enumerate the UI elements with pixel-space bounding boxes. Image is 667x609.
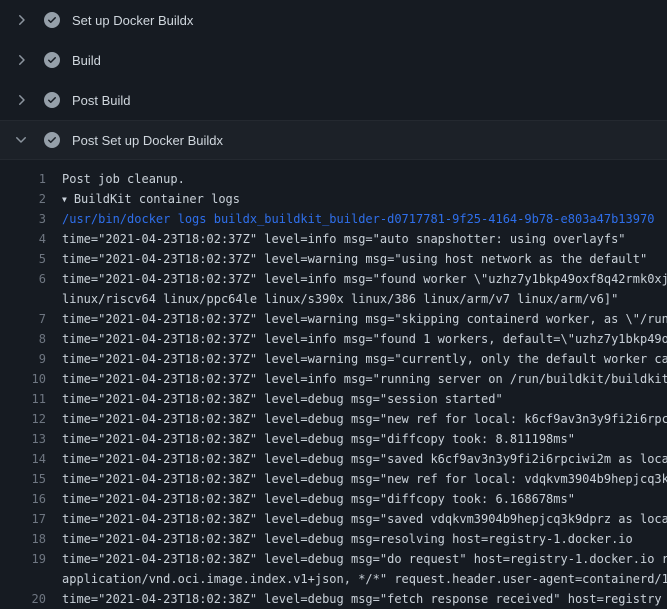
log-line: 16 time="2021-04-23T18:02:38Z" level=deb… [0, 489, 667, 509]
step-header-post-setup-docker-buildx[interactable]: Post Set up Docker Buildx [0, 120, 667, 160]
steps-log-panel: Set up Docker Buildx Build Post Build Po… [0, 0, 667, 609]
log-text: time="2021-04-23T18:02:38Z" level=debug … [62, 412, 667, 426]
step-title: Set up Docker Buildx [72, 13, 193, 28]
log-line: 9 time="2021-04-23T18:02:37Z" level=warn… [0, 349, 667, 369]
log-line: 6 time="2021-04-23T18:02:37Z" level=info… [0, 269, 667, 289]
log-line: 2 ▼ BuildKit container logs [0, 189, 667, 209]
line-number-link[interactable]: 7 [0, 309, 46, 329]
log-line: 1 Post job cleanup. [0, 169, 667, 189]
line-number-link[interactable]: 2 [0, 189, 46, 209]
log-text: time="2021-04-23T18:02:38Z" level=debug … [62, 432, 575, 446]
log-text: application/vnd.oci.image.index.v1+json,… [62, 572, 667, 586]
check-circle-icon [44, 92, 60, 108]
log-line: 20 time="2021-04-23T18:02:38Z" level=deb… [0, 589, 667, 609]
log-text: time="2021-04-23T18:02:37Z" level=info m… [62, 332, 667, 346]
line-number-link[interactable]: 11 [0, 389, 46, 409]
step-title: Post Set up Docker Buildx [72, 133, 223, 148]
log-line: 11 time="2021-04-23T18:02:38Z" level=deb… [0, 389, 667, 409]
check-circle-icon [44, 12, 60, 28]
chevron-right-icon [13, 12, 29, 28]
log-line: 5 time="2021-04-23T18:02:37Z" level=warn… [0, 249, 667, 269]
log-lines: 1 Post job cleanup. 2 ▼ BuildKit containe… [0, 160, 667, 609]
log-text: Post job cleanup. [62, 172, 185, 186]
line-number-link[interactable]: 4 [0, 229, 46, 249]
log-text: time="2021-04-23T18:02:38Z" level=debug … [62, 392, 503, 406]
line-number-link[interactable]: 15 [0, 469, 46, 489]
log-text: time="2021-04-23T18:02:37Z" level=warnin… [62, 252, 647, 266]
chevron-right-icon [13, 92, 29, 108]
line-number-link[interactable]: 17 [0, 509, 46, 529]
log-line: 12 time="2021-04-23T18:02:38Z" level=deb… [0, 409, 667, 429]
step-title: Post Build [72, 93, 131, 108]
line-number-link[interactable]: 9 [0, 349, 46, 369]
line-number-link[interactable]: 8 [0, 329, 46, 349]
line-number-link[interactable]: 14 [0, 449, 46, 469]
line-number-link[interactable]: 20 [0, 589, 46, 609]
step-title: Build [72, 53, 101, 68]
chevron-down-icon [13, 132, 29, 148]
log-text: time="2021-04-23T18:02:37Z" level=warnin… [62, 352, 667, 366]
log-line: 17 time="2021-04-23T18:02:38Z" level=deb… [0, 509, 667, 529]
line-number-link[interactable]: 1 [0, 169, 46, 189]
log-line: linux/riscv64 linux/ppc64le linux/s390x … [0, 289, 667, 309]
line-number-link[interactable]: 16 [0, 489, 46, 509]
log-text: time="2021-04-23T18:02:37Z" level=warnin… [62, 312, 667, 326]
log-line: 13 time="2021-04-23T18:02:38Z" level=deb… [0, 429, 667, 449]
log-text: time="2021-04-23T18:02:38Z" level=debug … [62, 552, 667, 566]
log-text: time="2021-04-23T18:02:38Z" level=debug … [62, 532, 633, 546]
line-number-link[interactable]: 12 [0, 409, 46, 429]
log-line: 18 time="2021-04-23T18:02:38Z" level=deb… [0, 529, 667, 549]
log-line: 3 /usr/bin/docker logs buildx_buildkit_b… [0, 209, 667, 229]
log-text[interactable]: BuildKit container logs [74, 192, 240, 206]
log-text: linux/riscv64 linux/ppc64le linux/s390x … [62, 292, 618, 306]
log-text: time="2021-04-23T18:02:38Z" level=debug … [62, 472, 667, 486]
log-line: application/vnd.oci.image.index.v1+json,… [0, 569, 667, 589]
log-text: time="2021-04-23T18:02:38Z" level=debug … [62, 452, 667, 466]
line-number-link[interactable]: 5 [0, 249, 46, 269]
log-text: /usr/bin/docker logs buildx_buildkit_bui… [62, 212, 654, 226]
line-number-link[interactable]: 3 [0, 209, 46, 229]
line-number-link[interactable]: 19 [0, 549, 46, 569]
log-line: 14 time="2021-04-23T18:02:38Z" level=deb… [0, 449, 667, 469]
line-number-link[interactable]: 18 [0, 529, 46, 549]
check-circle-icon [44, 52, 60, 68]
step-header-setup-docker-buildx[interactable]: Set up Docker Buildx [0, 0, 667, 40]
log-line: 7 time="2021-04-23T18:02:37Z" level=warn… [0, 309, 667, 329]
line-number-link[interactable]: 13 [0, 429, 46, 449]
log-line: 4 time="2021-04-23T18:02:37Z" level=info… [0, 229, 667, 249]
log-text: time="2021-04-23T18:02:38Z" level=debug … [62, 592, 662, 606]
step-header-build[interactable]: Build [0, 40, 667, 80]
log-text: time="2021-04-23T18:02:38Z" level=debug … [62, 492, 575, 506]
log-text: time="2021-04-23T18:02:37Z" level=info m… [62, 272, 667, 286]
log-line: 10 time="2021-04-23T18:02:37Z" level=inf… [0, 369, 667, 389]
log-line: 8 time="2021-04-23T18:02:37Z" level=info… [0, 329, 667, 349]
log-text: time="2021-04-23T18:02:37Z" level=info m… [62, 232, 626, 246]
log-line: 15 time="2021-04-23T18:02:38Z" level=deb… [0, 469, 667, 489]
line-number-link[interactable]: 6 [0, 269, 46, 289]
line-number-link[interactable]: 10 [0, 369, 46, 389]
group-toggle-triangle-icon[interactable]: ▼ [62, 190, 67, 210]
chevron-right-icon [13, 52, 29, 68]
check-circle-icon [44, 132, 60, 148]
log-text: time="2021-04-23T18:02:38Z" level=debug … [62, 512, 667, 526]
log-text: time="2021-04-23T18:02:37Z" level=info m… [62, 372, 667, 386]
step-header-post-build[interactable]: Post Build [0, 80, 667, 120]
log-line: 19 time="2021-04-23T18:02:38Z" level=deb… [0, 549, 667, 569]
